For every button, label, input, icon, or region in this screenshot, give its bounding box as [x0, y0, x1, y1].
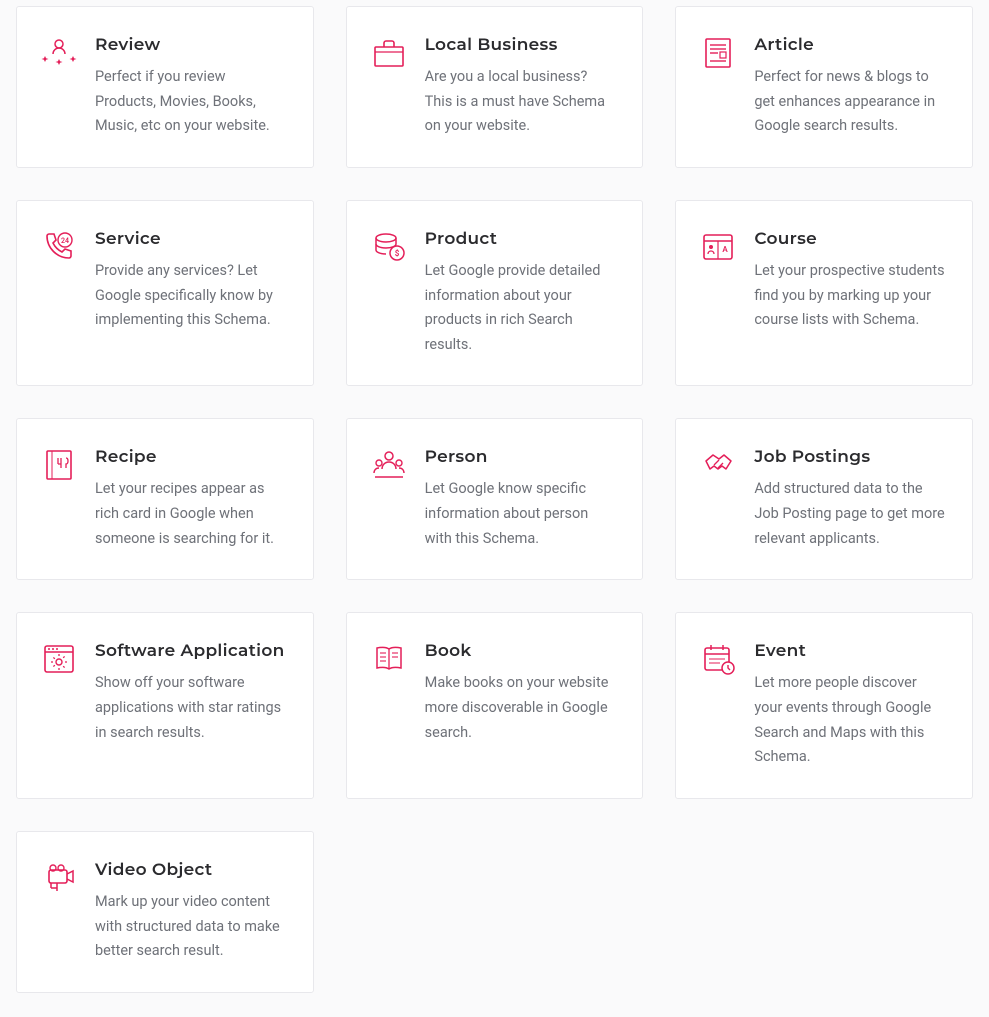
book-icon: [371, 641, 407, 677]
schema-card[interactable]: Product Let Google provide detailed infor…: [346, 200, 644, 387]
schema-card[interactable]: Course Let your prospective students find…: [675, 200, 973, 387]
coins-icon: [371, 229, 407, 265]
card-title: Recipe: [95, 447, 287, 467]
card-title: Book: [425, 641, 617, 661]
schema-card[interactable]: Article Perfect for news & blogs to get e…: [675, 6, 973, 168]
card-description: Let more people discover your events thr…: [754, 671, 946, 770]
card-title: Video Object: [95, 860, 287, 880]
schema-card[interactable]: Book Make books on your website more disc…: [346, 612, 644, 799]
card-title: Article: [754, 35, 946, 55]
gear-window-icon: [41, 641, 77, 677]
handshake-icon: [700, 447, 736, 483]
article-icon: [700, 35, 736, 71]
card-description: Perfect if you review Products, Movies, …: [95, 65, 287, 139]
card-description: Let Google know specific information abo…: [425, 477, 617, 551]
card-body: Product Let Google provide detailed infor…: [425, 229, 617, 358]
schema-card[interactable]: Job Postings Add structured data to the J…: [675, 418, 973, 580]
card-title: Event: [754, 641, 946, 661]
briefcase-icon: [371, 35, 407, 71]
card-title: Job Postings: [754, 447, 946, 467]
card-description: Let your prospective students find you b…: [754, 259, 946, 333]
card-body: Article Perfect for news & blogs to get e…: [754, 35, 946, 139]
schema-card[interactable]: Service Provide any services? Let Google …: [16, 200, 314, 387]
card-description: Provide any services? Let Google specifi…: [95, 259, 287, 333]
people-icon: [371, 447, 407, 483]
schema-card[interactable]: Recipe Let your recipes appear as rich ca…: [16, 418, 314, 580]
card-title: Product: [425, 229, 617, 249]
card-body: Event Let more people discover your event…: [754, 641, 946, 770]
phone-24-icon: [41, 229, 77, 265]
card-title: Course: [754, 229, 946, 249]
card-body: Course Let your prospective students find…: [754, 229, 946, 333]
card-body: Job Postings Add structured data to the J…: [754, 447, 946, 551]
card-body: Recipe Let your recipes appear as rich ca…: [95, 447, 287, 551]
card-body: Software Application Show off your softwa…: [95, 641, 287, 745]
card-body: Person Let Google know specific informati…: [425, 447, 617, 551]
card-description: Make books on your website more discover…: [425, 671, 617, 745]
schema-card[interactable]: Video Object Mark up your video content w…: [16, 831, 314, 993]
course-icon: [700, 229, 736, 265]
card-description: Add structured data to the Job Posting p…: [754, 477, 946, 551]
card-title: Local Business: [425, 35, 617, 55]
card-body: Video Object Mark up your video content w…: [95, 860, 287, 964]
card-body: Review Perfect if you review Products, Mo…: [95, 35, 287, 139]
card-body: Service Provide any services? Let Google …: [95, 229, 287, 333]
recipe-icon: [41, 447, 77, 483]
review-icon: [41, 35, 77, 71]
card-description: Show off your software applications with…: [95, 671, 287, 745]
schema-card[interactable]: Software Application Show off your softwa…: [16, 612, 314, 799]
card-title: Person: [425, 447, 617, 467]
card-description: Perfect for news & blogs to get enhances…: [754, 65, 946, 139]
card-description: Let your recipes appear as rich card in …: [95, 477, 287, 551]
card-title: Software Application: [95, 641, 287, 661]
card-body: Local Business Are you a local business? …: [425, 35, 617, 139]
schema-card[interactable]: Local Business Are you a local business? …: [346, 6, 644, 168]
schema-cards-grid: Review Perfect if you review Products, Mo…: [16, 6, 973, 993]
card-title: Review: [95, 35, 287, 55]
card-body: Book Make books on your website more disc…: [425, 641, 617, 745]
card-title: Service: [95, 229, 287, 249]
card-description: Mark up your video content with structur…: [95, 890, 287, 964]
video-icon: [41, 860, 77, 896]
card-description: Are you a local business? This is a must…: [425, 65, 617, 139]
calendar-icon: [700, 641, 736, 677]
schema-card[interactable]: Review Perfect if you review Products, Mo…: [16, 6, 314, 168]
schema-card[interactable]: Person Let Google know specific informati…: [346, 418, 644, 580]
schema-card[interactable]: Event Let more people discover your event…: [675, 612, 973, 799]
card-description: Let Google provide detailed information …: [425, 259, 617, 358]
